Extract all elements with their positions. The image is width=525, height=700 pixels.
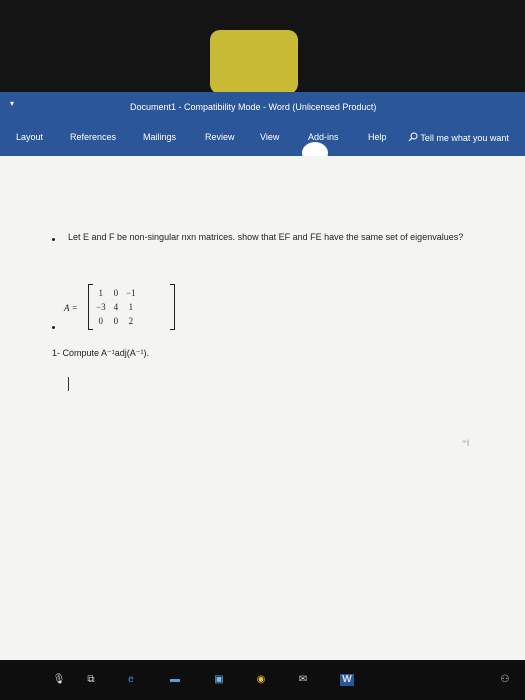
screen-bezel bbox=[0, 0, 525, 94]
matrix-right-bracket bbox=[170, 284, 175, 330]
taskbar: 🎙 ⧉ e ▬ ▣ ◉ ✉ W ⚇ bbox=[0, 660, 525, 700]
file-explorer-icon[interactable]: ▬ bbox=[168, 674, 182, 686]
people-icon[interactable]: ⚇ bbox=[498, 674, 512, 686]
task-view-icon[interactable]: ⧉ bbox=[84, 674, 98, 686]
matrix-row: 1 0 −1 bbox=[92, 286, 140, 300]
matrix-cell: 0 bbox=[98, 316, 104, 326]
matrix-row: −3 4 1 bbox=[92, 300, 140, 314]
bullet-point bbox=[52, 238, 55, 241]
word-icon[interactable]: W bbox=[340, 674, 354, 686]
bullet-point bbox=[52, 326, 55, 329]
move-handle-mark: ⁼I bbox=[462, 438, 470, 448]
tab-help[interactable]: Help bbox=[368, 132, 387, 142]
matrix-cell: 0 bbox=[113, 288, 119, 298]
matrix-cell: −1 bbox=[126, 288, 136, 298]
tab-view[interactable]: View bbox=[260, 132, 279, 142]
task-text: 1- Compute A⁻¹adj(A⁻¹). bbox=[52, 348, 150, 358]
matrix-label: A = bbox=[64, 303, 78, 313]
matrix-cell: −3 bbox=[96, 302, 106, 312]
search-icon bbox=[408, 132, 418, 142]
ribbon-tabs: Layout References Mailings Review View A… bbox=[0, 120, 525, 156]
tab-layout[interactable]: Layout bbox=[16, 132, 43, 142]
document-page[interactable]: Let E and F be non-singular nxn matrices… bbox=[0, 156, 525, 660]
mail-icon[interactable]: ✉ bbox=[296, 674, 310, 686]
chrome-icon[interactable]: ◉ bbox=[254, 674, 268, 686]
tab-references[interactable]: References bbox=[70, 132, 116, 142]
matrix-cell: 1 bbox=[98, 288, 104, 298]
tab-mailings[interactable]: Mailings bbox=[143, 132, 176, 142]
text-cursor bbox=[68, 377, 69, 391]
matrix-row: 0 0 2 bbox=[92, 314, 140, 328]
tab-add-ins[interactable]: Add-ins bbox=[308, 132, 339, 142]
camera-reflection bbox=[210, 30, 298, 94]
tab-review[interactable]: Review bbox=[205, 132, 235, 142]
title-bar: ▾ Document1 - Compatibility Mode - Word … bbox=[0, 92, 525, 120]
mic-icon[interactable]: 🎙 bbox=[52, 674, 66, 686]
matrix-cell: 2 bbox=[128, 316, 134, 326]
question-text: Let E and F be non-singular nxn matrices… bbox=[68, 232, 464, 242]
matrix-cell: 0 bbox=[113, 316, 119, 326]
edge-icon[interactable]: e bbox=[124, 674, 138, 686]
store-icon[interactable]: ▣ bbox=[212, 674, 226, 686]
window-title: Document1 - Compatibility Mode - Word (U… bbox=[130, 102, 377, 112]
matrix-cell: 1 bbox=[128, 302, 134, 312]
tell-me-search[interactable]: Tell me what you want bbox=[408, 132, 509, 143]
matrix-table: 1 0 −1 −3 4 1 0 0 2 bbox=[92, 286, 140, 328]
matrix-cell: 4 bbox=[113, 302, 119, 312]
quick-access-mark[interactable]: ▾ bbox=[10, 99, 14, 108]
tell-me-label: Tell me what you want bbox=[420, 133, 509, 143]
